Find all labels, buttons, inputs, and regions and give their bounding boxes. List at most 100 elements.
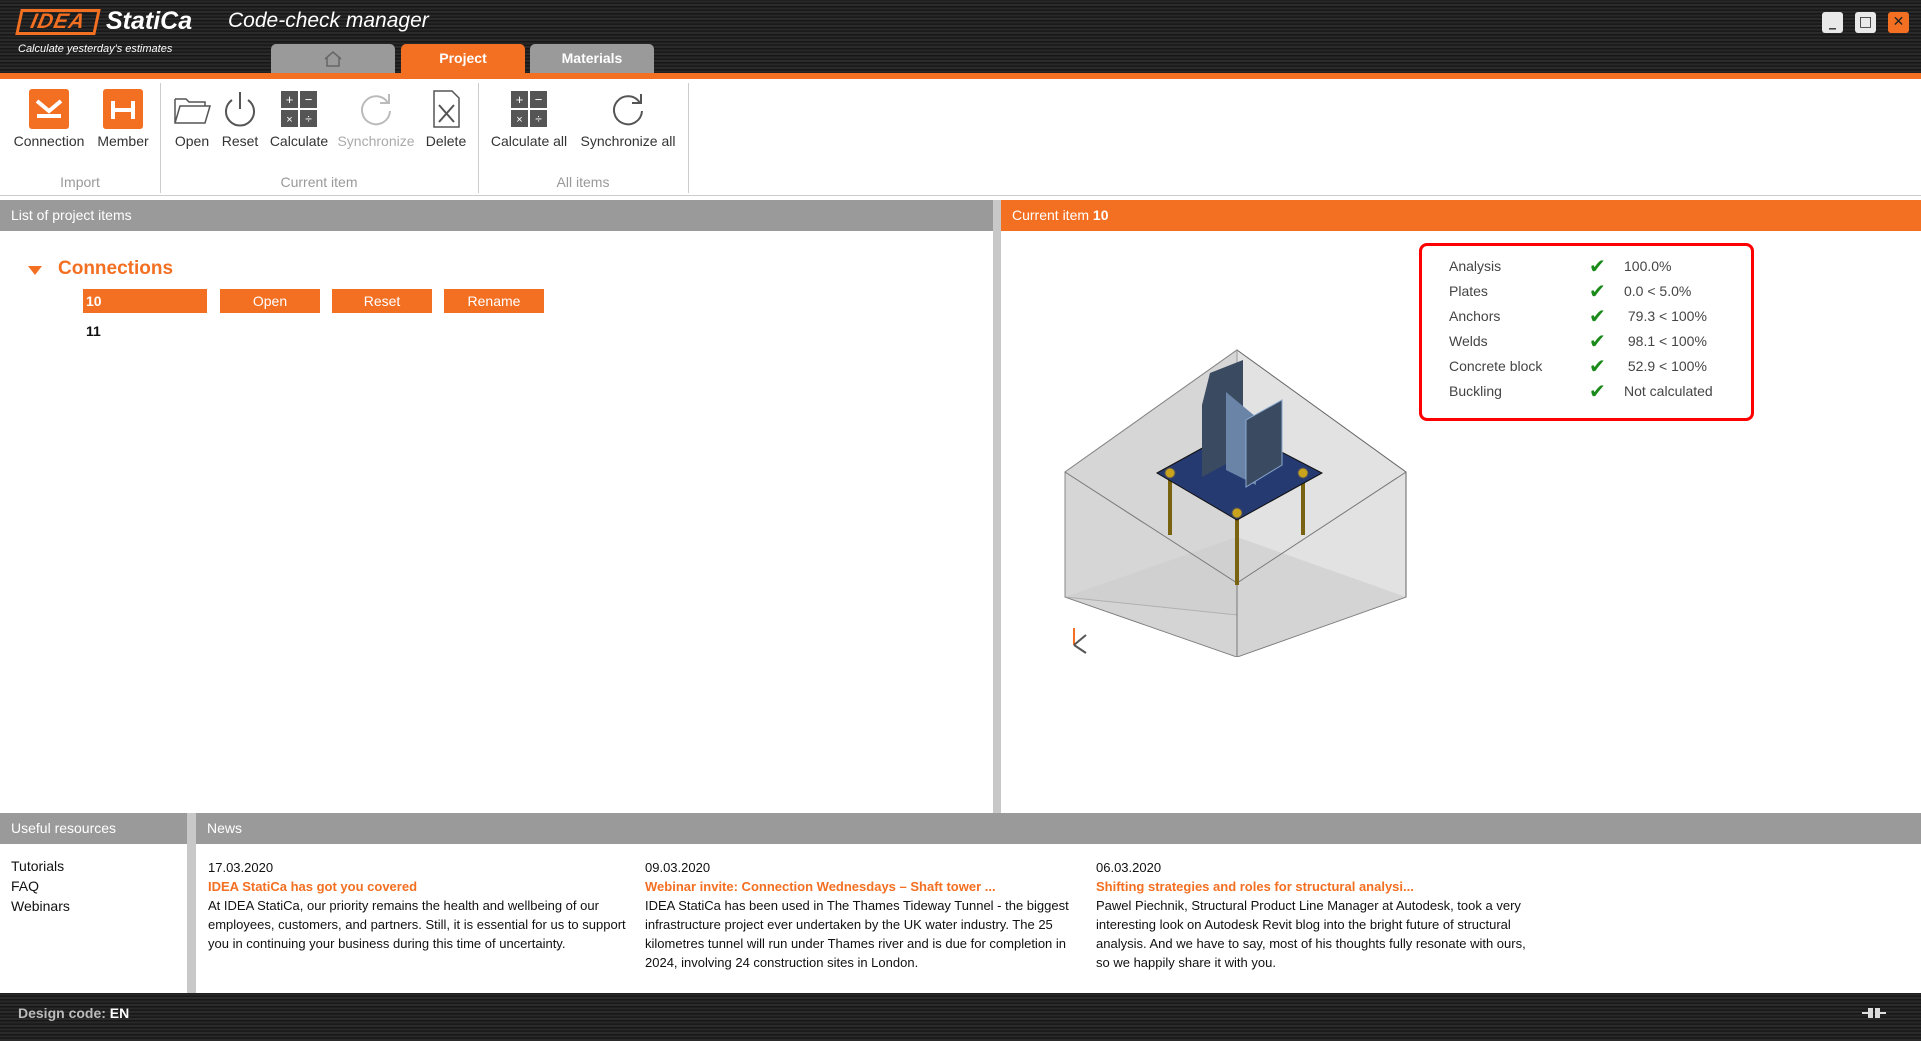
news-date: 06.03.2020 xyxy=(1096,860,1162,875)
result-row-buckling: Buckling ✔ Not calculated xyxy=(1449,379,1739,404)
open-button[interactable]: Open xyxy=(168,89,216,149)
item-10[interactable]: 10 xyxy=(83,289,207,313)
calculator-icon: + − × ÷ xyxy=(281,91,317,127)
check-results-box: Analysis ✔ 100.0% Plates ✔ 0.0 < 5.0% Anchors ✔… xyxy=(1419,243,1754,421)
tab-project[interactable]: Project xyxy=(401,44,525,73)
ribbon: Connection Member Import Open Reset + − × ÷… xyxy=(0,79,1921,196)
svg-text:÷: ÷ xyxy=(535,112,542,126)
import-connection-button[interactable]: Connection xyxy=(10,89,88,149)
connection-3d-model[interactable] xyxy=(1060,345,1420,657)
calculate-all-button[interactable]: + − × ÷ Calculate all xyxy=(486,89,572,149)
button-label: Delete xyxy=(425,133,467,149)
import-member-button[interactable]: Member xyxy=(92,89,154,149)
design-code-label: Design code: xyxy=(18,1005,106,1021)
button-label: Synchronize all xyxy=(580,133,676,149)
group-label-current-item: Current item xyxy=(280,174,358,190)
current-item-label: Current item xyxy=(1012,207,1090,223)
news-date: 17.03.2020 xyxy=(208,860,274,875)
svg-text:−: − xyxy=(305,92,313,107)
button-label: Connection xyxy=(13,133,85,149)
result-label: Anchors xyxy=(1449,308,1501,324)
result-row-concrete-block: Concrete block ✔ 52.9 < 100% xyxy=(1449,354,1739,379)
result-label: Concrete block xyxy=(1449,358,1543,374)
calculate-button[interactable]: + − × ÷ Calculate xyxy=(264,89,334,149)
result-value: 100.0% xyxy=(1624,258,1672,274)
news-text: IDEA StatiCa has been used in The Thames… xyxy=(645,898,1069,970)
link-webinars[interactable]: Webinars xyxy=(11,898,70,914)
bottom-splitter[interactable] xyxy=(187,813,196,993)
link-tutorials[interactable]: Tutorials xyxy=(11,858,64,874)
check-icon: ✔ xyxy=(1589,254,1606,278)
result-label: Analysis xyxy=(1449,258,1502,274)
collapse-triangle-icon[interactable] xyxy=(28,266,42,275)
svg-text:×: × xyxy=(286,114,292,126)
check-icon: ✔ xyxy=(1589,304,1606,328)
design-code-value: EN xyxy=(109,1005,130,1021)
delete-file-icon xyxy=(433,90,460,128)
news-date: 09.03.2020 xyxy=(645,860,711,875)
news-header: News xyxy=(196,813,1921,844)
tab-home[interactable] xyxy=(271,44,395,73)
news-title-link[interactable]: Shifting strategies and roles for struct… xyxy=(1096,877,1526,896)
tagline: Calculate yesterday's estimates xyxy=(18,43,173,55)
news-item: 17.03.2020 IDEA StatiCa has got you cover… xyxy=(208,858,638,953)
close-button[interactable]: ✕ xyxy=(1888,12,1909,33)
app-title: Code-check manager xyxy=(228,9,429,32)
minimize-button[interactable]: _ xyxy=(1822,12,1843,33)
result-label: Buckling xyxy=(1449,383,1502,399)
news-item: 09.03.2020 Webinar invite: Connection Wed… xyxy=(645,858,1075,972)
connections-group[interactable]: Connections xyxy=(58,258,173,280)
member-import-icon xyxy=(103,89,143,129)
item-11[interactable]: 11 xyxy=(86,323,101,339)
logo-idea: IDEA xyxy=(15,9,101,35)
svg-text:−: − xyxy=(535,92,543,107)
refresh-icon xyxy=(361,94,391,126)
result-value: Not calculated xyxy=(1624,383,1713,399)
group-label-import: Import xyxy=(60,174,100,190)
calculator-icon: + − × ÷ xyxy=(511,91,547,127)
result-value: 0.0 < 5.0% xyxy=(1624,283,1692,299)
delete-button[interactable]: Delete xyxy=(420,89,472,149)
news-item: 06.03.2020 Shifting strategies and roles … xyxy=(1096,858,1526,972)
news-text: At IDEA StatiCa, our priority remains th… xyxy=(208,898,626,951)
check-icon: ✔ xyxy=(1589,279,1606,303)
current-item-header: Current item 10 xyxy=(1001,200,1921,231)
logo-statica: StatiCa xyxy=(106,7,193,35)
button-label: Reset xyxy=(221,133,259,149)
check-icon: ✔ xyxy=(1589,379,1606,403)
button-label: Synchronize xyxy=(337,133,415,149)
link-faq[interactable]: FAQ xyxy=(11,878,39,894)
button-label: Calculate xyxy=(269,133,329,149)
result-value: 79.3 < 100% xyxy=(1624,308,1707,324)
news-title-link[interactable]: IDEA StatiCa has got you covered xyxy=(208,877,638,896)
button-label: Calculate all xyxy=(490,133,568,149)
svg-text:+: + xyxy=(516,92,524,107)
reset-button[interactable]: Reset xyxy=(218,89,262,149)
synchronize-all-button[interactable]: Synchronize all xyxy=(576,89,680,149)
svg-text:÷: ÷ xyxy=(305,112,312,126)
plug-icon xyxy=(1862,1008,1886,1018)
power-icon xyxy=(225,92,255,127)
panel-splitter[interactable] xyxy=(993,200,1001,813)
button-label: Open xyxy=(174,133,210,149)
result-row-analysis: Analysis ✔ 100.0% xyxy=(1449,254,1739,279)
check-icon: ✔ xyxy=(1589,329,1606,353)
check-icon: ✔ xyxy=(1589,354,1606,378)
item-reset-button[interactable]: Reset xyxy=(332,289,432,313)
result-row-anchors: Anchors ✔ 79.3 < 100% xyxy=(1449,304,1739,329)
folder-icon xyxy=(174,98,212,124)
synchronize-button[interactable]: Synchronize xyxy=(334,89,418,149)
news-title-link[interactable]: Webinar invite: Connection Wednesdays – … xyxy=(645,877,1075,896)
svg-text:+: + xyxy=(286,92,294,107)
group-label-all-items: All items xyxy=(556,174,610,190)
result-row-plates: Plates ✔ 0.0 < 5.0% xyxy=(1449,279,1739,304)
tab-materials[interactable]: Materials xyxy=(530,44,654,73)
result-label: Plates xyxy=(1449,283,1488,299)
home-icon xyxy=(324,51,342,67)
maximize-button[interactable]: □ xyxy=(1855,12,1876,33)
item-rename-button[interactable]: Rename xyxy=(444,289,544,313)
refresh-icon xyxy=(613,94,643,126)
resources-header: Useful resources xyxy=(0,813,187,844)
item-open-button[interactable]: Open xyxy=(220,289,320,313)
result-value: 98.1 < 100% xyxy=(1624,333,1707,349)
